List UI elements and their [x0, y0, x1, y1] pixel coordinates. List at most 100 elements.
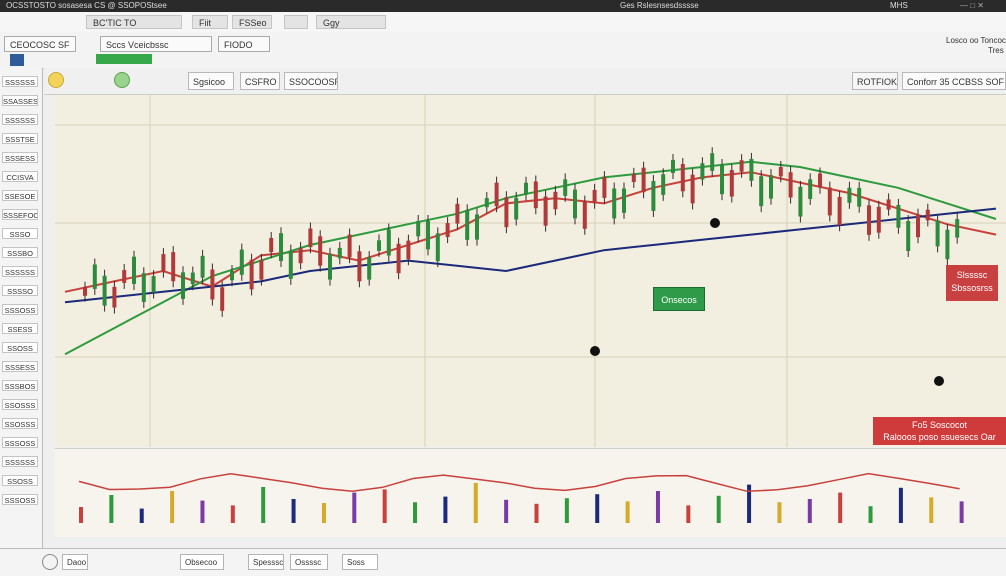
sidebar-item[interactable]: SSSBOS — [2, 380, 38, 391]
candle-body — [769, 175, 773, 199]
sidebar-item[interactable]: SSSESS — [2, 152, 38, 163]
search-field[interactable]: Sccs Vceicbssc — [100, 36, 212, 52]
candle-body — [259, 259, 264, 280]
volume-bar — [109, 495, 114, 523]
candle-body — [680, 163, 685, 192]
circle-icon[interactable] — [42, 554, 58, 570]
right-tool-button-2[interactable]: Conforr 35 ССВSS SOF Э8 — [902, 72, 1006, 90]
sidebar-item[interactable]: SSSESS — [2, 361, 38, 372]
volume-bar — [929, 497, 934, 523]
candle-body — [239, 249, 244, 275]
candle-body — [553, 191, 558, 210]
candle-body — [661, 174, 666, 195]
status-time-right: Soss — [342, 554, 378, 570]
sidebar-item[interactable]: SSOSS — [2, 342, 38, 353]
interval-select[interactable]: FIODO — [218, 36, 270, 52]
candle-body — [337, 247, 342, 259]
candle-body — [494, 182, 499, 207]
window-controls-icon[interactable]: — □ ✕ — [960, 0, 984, 12]
volume-bar — [413, 502, 418, 523]
candle-body — [798, 186, 803, 217]
candle-body — [151, 276, 156, 293]
green-callout: Onsecos — [653, 287, 705, 311]
menu-tab-5[interactable]: Ggy — [316, 15, 386, 29]
candle-body — [563, 179, 568, 196]
candle-body — [357, 251, 362, 282]
sidebar-item[interactable]: SSESOE — [2, 190, 38, 201]
candle-body — [827, 187, 832, 216]
sidebar-item[interactable]: SSSOSS — [2, 494, 38, 505]
volume-bar — [79, 507, 83, 523]
sidebar-item[interactable]: SSSOSS — [2, 304, 38, 315]
bottom-callout-line-2: Ralooos poso ssuesecs Oar — [883, 432, 996, 442]
sidebar-item[interactable]: SSSSSS — [2, 114, 38, 125]
yellow-circle-icon[interactable] — [48, 72, 64, 88]
sidebar-item[interactable]: SSSSSS — [2, 456, 38, 467]
candle-body — [524, 182, 528, 195]
tool-button-2[interactable]: CSFRO — [240, 72, 280, 90]
candle-body — [739, 160, 744, 172]
sidebar-item[interactable]: SSSTSE — [2, 133, 38, 144]
volume-bar — [898, 487, 903, 523]
bottom-red-callout: Fo5 Soscocot Ralooos poso ssuesecs Oar — [873, 417, 1006, 445]
symbol-field[interactable]: CEOCOSC SF — [4, 36, 76, 52]
sidebar-item[interactable]: SSSSSS — [2, 266, 38, 277]
right-tool-button-1[interactable]: ROTFIOK — [852, 72, 898, 90]
blue-swatch-icon[interactable] — [10, 54, 24, 66]
candle-body — [504, 197, 509, 228]
volume-bar — [625, 501, 630, 523]
candle-body — [808, 179, 813, 199]
candle-body — [377, 240, 381, 251]
sidebar-item[interactable]: SSSOSS — [2, 437, 38, 448]
status-button-1[interactable]: Obsecoo — [180, 554, 224, 570]
candle-body — [269, 237, 274, 253]
sidebar-item[interactable]: SSSO — [2, 228, 38, 239]
volume-bar — [200, 500, 205, 523]
candle-body — [455, 203, 460, 224]
volume-bar — [473, 483, 478, 523]
bottom-callout-line-1: Fo5 Soscocot — [911, 420, 968, 430]
sidebar-item[interactable]: SSOSSS — [2, 418, 38, 429]
candle-body — [171, 252, 176, 282]
sidebar-item[interactable]: SSSSO — [2, 285, 38, 296]
candle-body — [406, 240, 411, 260]
candle-body — [671, 159, 675, 173]
volume-chart-panel[interactable] — [55, 448, 1006, 537]
candle-body — [612, 188, 617, 219]
sidebar-item[interactable]: SSOSS — [2, 475, 38, 486]
sidebar-item[interactable]: CCISVA — [2, 171, 38, 182]
menu-tab-4[interactable] — [284, 15, 308, 29]
candle-body — [347, 234, 352, 258]
sidebar-item[interactable]: SSSSSS — [2, 76, 38, 87]
candle-body — [308, 228, 313, 248]
status-button-2[interactable]: Spesssco — [248, 554, 284, 570]
candle-body — [818, 173, 822, 188]
candle-body — [955, 219, 960, 238]
candle-body — [416, 220, 421, 237]
price-chart[interactable] — [55, 95, 1006, 447]
volume-bar — [504, 499, 509, 523]
status-button-3[interactable]: Ossssc — [290, 554, 328, 570]
candle-body — [602, 177, 607, 198]
sidebar-item[interactable]: SSESS — [2, 323, 38, 334]
sidebar-item[interactable]: SSSBO — [2, 247, 38, 258]
candle-body — [622, 188, 626, 213]
green-circle-icon[interactable] — [114, 72, 130, 88]
price-chart-panel[interactable]: Onsecos Slssssc Sbssosrss Fo5 Soscocot R… — [55, 95, 1006, 447]
menu-tab-3[interactable]: FSSeo — [232, 15, 272, 29]
candle-body — [475, 214, 479, 240]
tool-button-1[interactable]: Sgsicoo — [188, 72, 234, 90]
menu-tab-2[interactable]: Fiit — [192, 15, 228, 29]
sidebar-item[interactable]: SSOSSS — [2, 399, 38, 410]
volume-bar — [777, 502, 782, 523]
candle-body — [161, 254, 166, 272]
candle-body — [386, 229, 391, 256]
candle-body — [465, 210, 470, 240]
candle-body — [318, 236, 323, 266]
sidebar-item[interactable]: SSASSES — [2, 95, 38, 106]
sidebar-item[interactable]: SSSEFOO — [2, 209, 38, 220]
volume-bar — [686, 505, 691, 523]
series-line-0 — [64, 171, 997, 293]
tool-button-3[interactable]: SSOCOOSRO — [284, 72, 338, 90]
menu-tab-1[interactable]: BC'TIC TO — [86, 15, 182, 29]
